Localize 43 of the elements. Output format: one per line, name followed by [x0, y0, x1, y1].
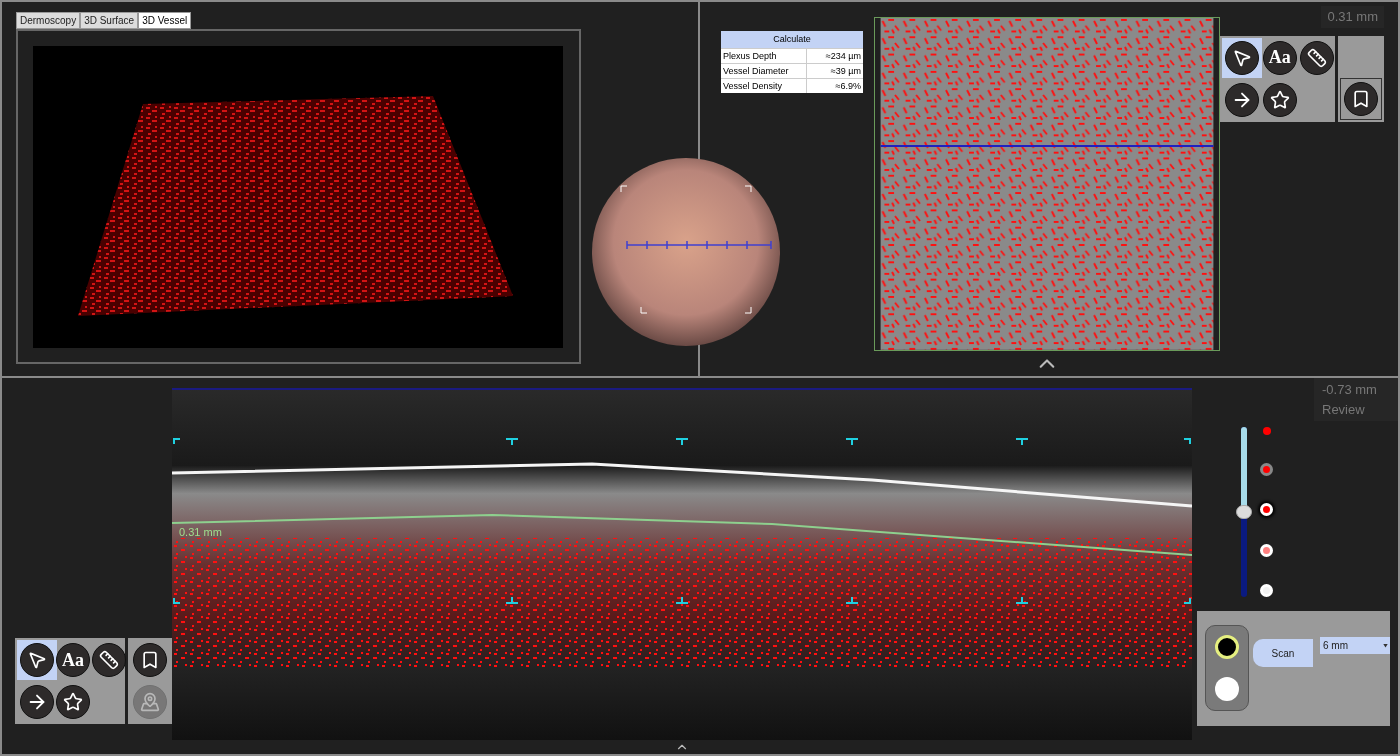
scan-button[interactable]: Scan: [1253, 639, 1313, 667]
star-tool[interactable]: [56, 685, 90, 719]
table-cell-text: ≈39 µm: [829, 65, 862, 78]
bookmark-icon: [140, 650, 160, 670]
bookmark-tool[interactable]: [1344, 81, 1378, 116]
text-tool-label: Aa: [62, 648, 84, 672]
view-tab[interactable]: Dermoscopy: [16, 12, 81, 29]
scan-mode-toggle[interactable]: [1215, 635, 1239, 659]
view-tab[interactable]: 3D Vessel: [138, 12, 192, 29]
pointer-tool[interactable]: [1225, 40, 1259, 75]
ruler-tool[interactable]: [92, 643, 126, 677]
ruler-icon: [99, 650, 119, 670]
slider-thumb[interactable]: [1236, 505, 1252, 519]
layer-depth-label: 0.31 mm: [179, 525, 222, 540]
text-tool[interactable]: Aa: [56, 643, 90, 677]
scan-size-select[interactable]: 6 mm: [1320, 637, 1390, 654]
table-cell: Plexus Depth: [721, 49, 807, 63]
star-tool[interactable]: [1262, 82, 1297, 117]
depth-reading: 0.31 mm: [1321, 6, 1384, 28]
table-cell-text: ≈6.9%: [834, 80, 862, 93]
text-tool[interactable]: Aa: [1262, 40, 1297, 75]
map-pin-icon: [140, 692, 160, 712]
table-cell-text: ≈234 µm: [824, 50, 862, 63]
table-cell: Vessel Density: [721, 79, 807, 93]
scan-mode-toggle[interactable]: [1215, 677, 1239, 701]
text-tool-label: Aa: [1268, 46, 1291, 69]
arrow-tool[interactable]: [1225, 82, 1259, 117]
depth-slider[interactable]: [1236, 427, 1252, 597]
depth-reading: -0.73 mm: [1322, 381, 1378, 399]
star-icon: [63, 692, 83, 712]
view-tab[interactable]: 3D Surface: [80, 12, 139, 29]
select-value: 6 mm: [1322, 639, 1349, 653]
pointer-icon: [27, 650, 47, 670]
ruler-tool[interactable]: [1300, 40, 1335, 75]
bookmark-tool[interactable]: [133, 643, 167, 677]
bookmark-icon: [1351, 88, 1371, 109]
arrow-tool[interactable]: [20, 685, 54, 719]
star-icon: [1269, 89, 1290, 110]
pointer-tool[interactable]: [20, 643, 54, 677]
table-cell: Vessel Diameter: [721, 64, 807, 78]
table-title: Calculate: [721, 31, 863, 48]
mode-label: Review: [1322, 400, 1366, 419]
ruler-icon: [1307, 47, 1328, 68]
